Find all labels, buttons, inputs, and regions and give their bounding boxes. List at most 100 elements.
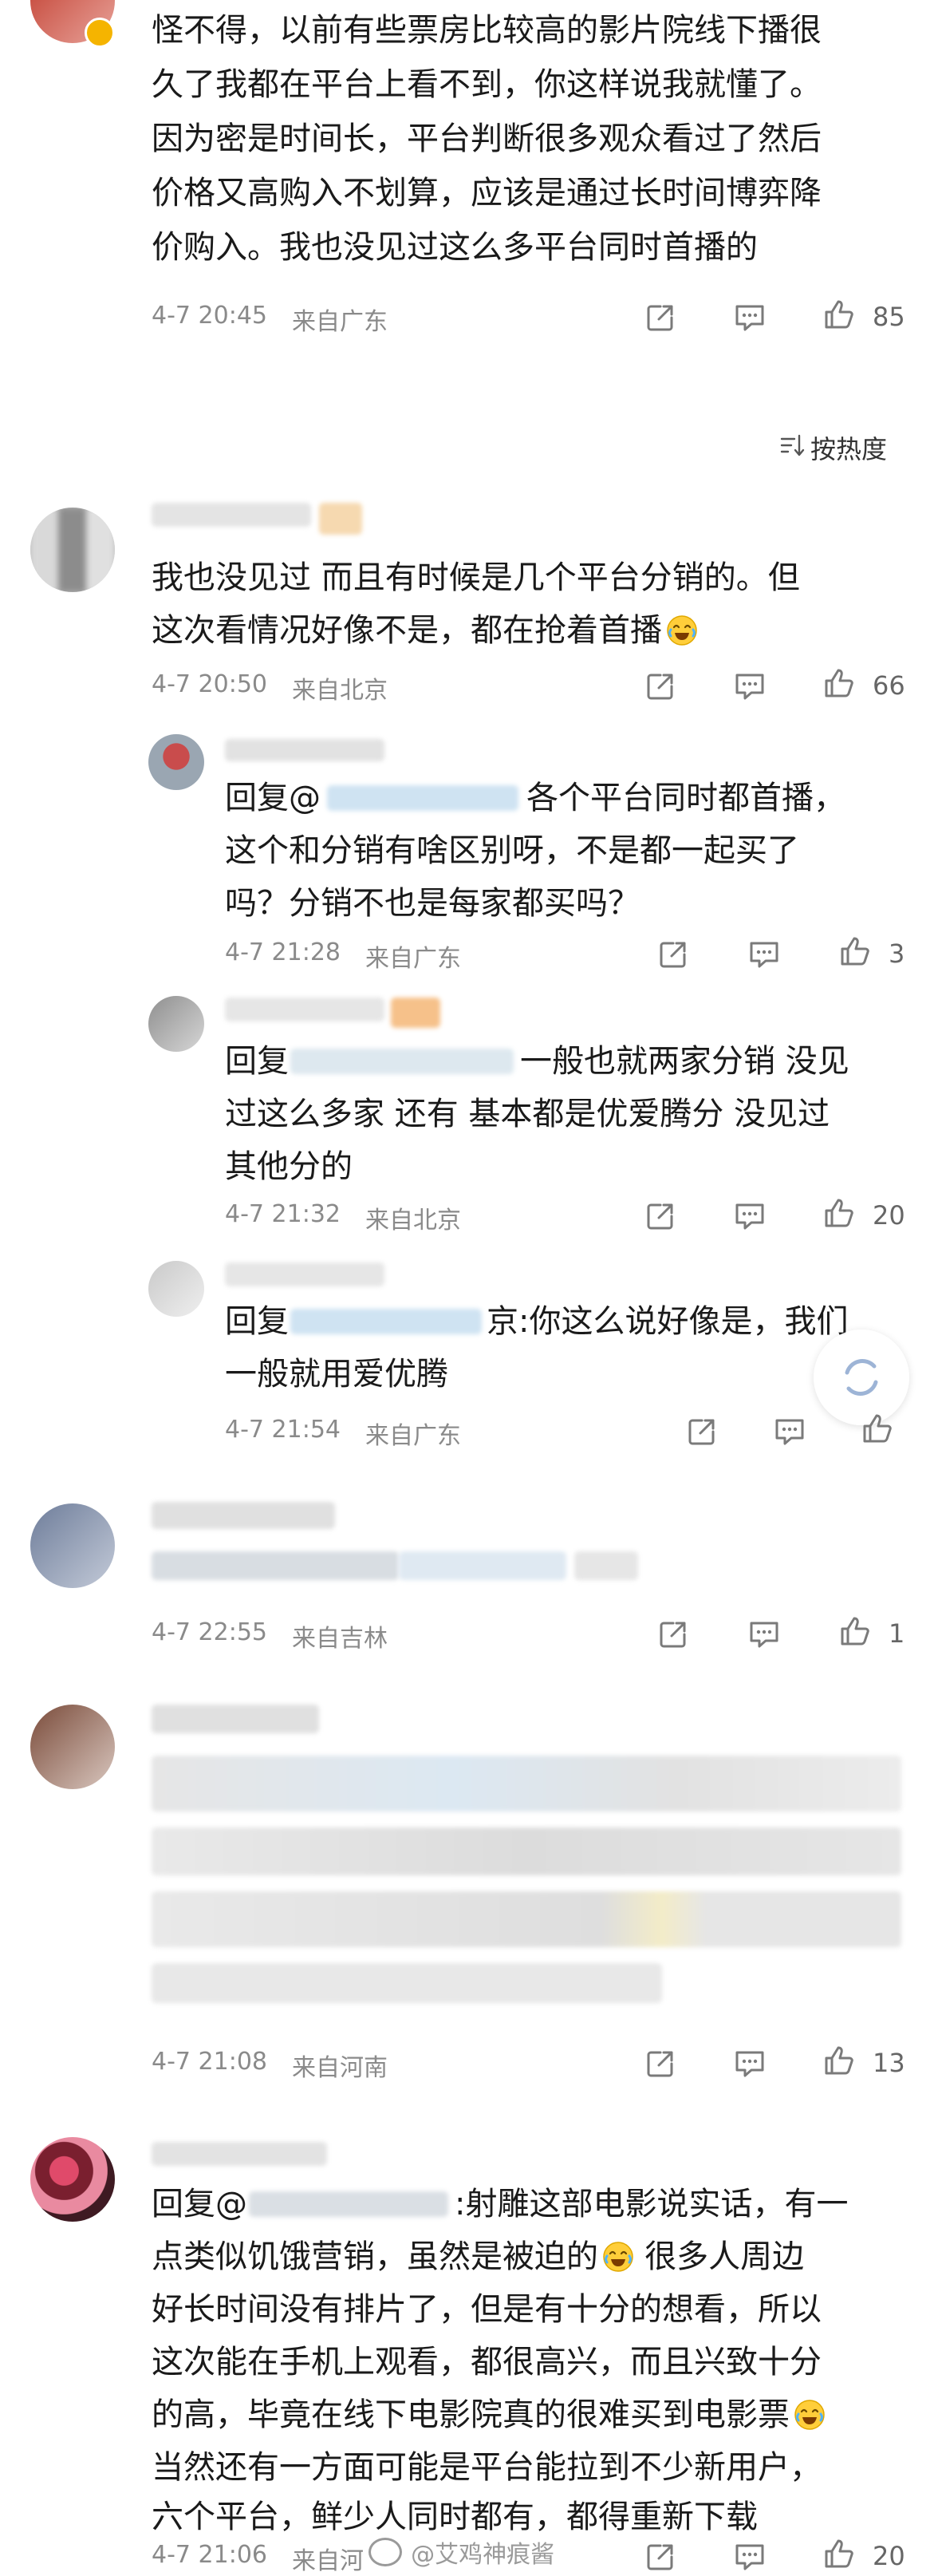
comment-text: :射雕这部电影说实话，有一 (455, 2186, 849, 2222)
comment-icon[interactable] (772, 1414, 807, 1449)
thumb-up-icon[interactable] (860, 1411, 895, 1446)
mention-blurred[interactable] (290, 1049, 514, 1074)
comment-text: 怪不得，以前有些票房比较高的影片院线下播很 (152, 12, 822, 49)
username-blurred[interactable] (225, 1262, 384, 1286)
like-count: 85 (873, 302, 905, 332)
comment-text: 久了我都在平台上看不到，你这样说我就懂了。 (152, 66, 822, 103)
comment-time: 4-7 21:28 (225, 938, 341, 966)
comment-text: 价格又高购入不划算，应该是通过长时间博弈降 (152, 175, 822, 211)
comment-location: 来自广东 (292, 308, 388, 336)
thumb-up-icon[interactable] (822, 666, 857, 701)
comment-time: 4-7 21:54 (225, 1416, 341, 1444)
username-blurred[interactable] (152, 1502, 335, 1529)
comment-time: 4-7 21:06 (152, 2541, 267, 2569)
avatar[interactable] (148, 734, 204, 790)
username-blurred[interactable] (152, 2142, 327, 2166)
comment-location: 来自广东 (365, 1422, 461, 1450)
share-icon[interactable] (656, 937, 691, 972)
comment-text: 好长时间没有排片了，但是有十分的想看，所以 (152, 2291, 822, 2328)
reply-prefix: 回复 (225, 1303, 289, 1340)
share-icon[interactable] (684, 1414, 719, 1449)
like-count: 20 (873, 2541, 905, 2571)
thumb-up-icon[interactable] (822, 2536, 857, 2571)
comment-time: 4-7 20:45 (152, 302, 267, 330)
comment-location: 来自吉林 (292, 1625, 388, 1653)
avatar[interactable] (30, 1705, 115, 1789)
username-blurred[interactable] (152, 1705, 319, 1733)
comment-icon[interactable] (732, 2539, 767, 2574)
blurred-text (152, 1963, 662, 2003)
comment-icon[interactable] (747, 1617, 782, 1652)
comment-text: 各个平台同时都首播， (526, 780, 845, 816)
comment-icon[interactable] (747, 937, 782, 972)
reply-prefix: 回复@ (152, 2186, 247, 2222)
comment-text: 很多人周边 (644, 2238, 805, 2275)
share-icon[interactable] (643, 300, 678, 335)
comment-icon[interactable] (732, 300, 767, 335)
comment-icon[interactable] (732, 2046, 767, 2081)
thumb-up-icon[interactable] (822, 1195, 857, 1231)
thumb-up-icon[interactable] (838, 1614, 873, 1649)
comment-time: 4-7 20:50 (152, 670, 267, 698)
avatar[interactable] (30, 2137, 115, 2222)
thumb-up-icon[interactable] (822, 297, 857, 332)
comment-text: 这次看情况好像不是，都在抢着首播 (152, 612, 662, 649)
comment-text: 点类似饥饿营销，虽然是被迫的 (152, 2238, 598, 2275)
laugh-cry-emoji-icon (602, 2241, 634, 2273)
like-count: 66 (873, 670, 905, 701)
username-blurred[interactable] (225, 739, 384, 761)
avatar[interactable] (30, 1503, 115, 1588)
thumb-up-icon[interactable] (822, 2043, 857, 2078)
comment-line: 点类似饥饿营销，虽然是被迫的 很多人周边 (152, 2233, 804, 2281)
comment-icon[interactable] (732, 669, 767, 704)
mention-blurred[interactable] (327, 785, 518, 811)
comment-text: 的高，毕竟在线下电影院真的很难买到电影票 (152, 2396, 790, 2433)
avatar[interactable] (30, 508, 115, 592)
blurred-text (152, 1551, 399, 1580)
like-count: 1 (889, 1618, 905, 1649)
comment-line: 这次看情况好像不是，都在抢着首播 (152, 606, 698, 654)
like-count: 20 (873, 1200, 905, 1231)
reply-prefix: 回复@ (225, 780, 321, 816)
username-blurred (391, 998, 440, 1028)
comment-text: 过这么多家 还有 基本都是优爱腾分 没见过 (225, 1096, 830, 1132)
sort-button[interactable]: 按热度 (778, 428, 906, 464)
watermark-text: @艾鸡神痕酱 (411, 2541, 555, 2569)
comment-text: 我也没见过 而且有时候是几个平台分销的。但 (152, 559, 800, 596)
blurred-text (152, 1827, 901, 1875)
username-blurred[interactable] (225, 998, 384, 1021)
sort-label: 按热度 (810, 434, 888, 464)
comment-location: 来自河南 (292, 2054, 388, 2082)
share-icon[interactable] (643, 2046, 678, 2081)
comment-time: 4-7 21:08 (152, 2048, 267, 2076)
share-icon[interactable] (656, 1617, 691, 1652)
avatar[interactable] (148, 996, 204, 1052)
comment-line: 的高，毕竟在线下电影院真的很难买到电影票 (152, 2391, 826, 2439)
laugh-cry-emoji-icon (666, 614, 698, 646)
share-icon[interactable] (643, 1199, 678, 1234)
thumb-up-icon[interactable] (838, 934, 873, 969)
avatar[interactable] (148, 1261, 204, 1317)
comment-location: 来自广东 (365, 945, 461, 973)
share-icon[interactable] (643, 2539, 678, 2574)
comment-location: 来自河 (292, 2547, 364, 2575)
comment-location: 来自北京 (365, 1207, 461, 1235)
comment-icon[interactable] (732, 1199, 767, 1234)
username-blurred[interactable] (152, 503, 311, 527)
blurred-text (152, 1756, 901, 1811)
comment-text: 价购入。我也没见过这么多平台同时首播的 (152, 229, 758, 266)
comment-text: 因为密是时间长，平台判断很多观众看过了然后 (152, 121, 822, 157)
mention-blurred[interactable] (249, 2191, 448, 2217)
like-count: 3 (889, 938, 905, 969)
watermark: @艾鸡神痕酱 (368, 2535, 554, 2571)
verified-badge-icon (85, 18, 115, 48)
blurred-text (399, 1551, 566, 1580)
comment-text: 这个和分销有啥区别呀，不是都一起买了 (225, 832, 799, 869)
share-icon[interactable] (643, 669, 678, 704)
weibo-logo-icon (368, 2538, 402, 2566)
blurred-text (574, 1551, 638, 1580)
mention-blurred[interactable] (290, 1309, 482, 1334)
comment-text: 京:你这么说好像是，我们 (487, 1303, 849, 1340)
comment-text: 一般也就两家分销 没见 (520, 1043, 849, 1080)
comment-text: 六个平台，鲜少人同时都有，都得重新下载 (152, 2499, 758, 2535)
